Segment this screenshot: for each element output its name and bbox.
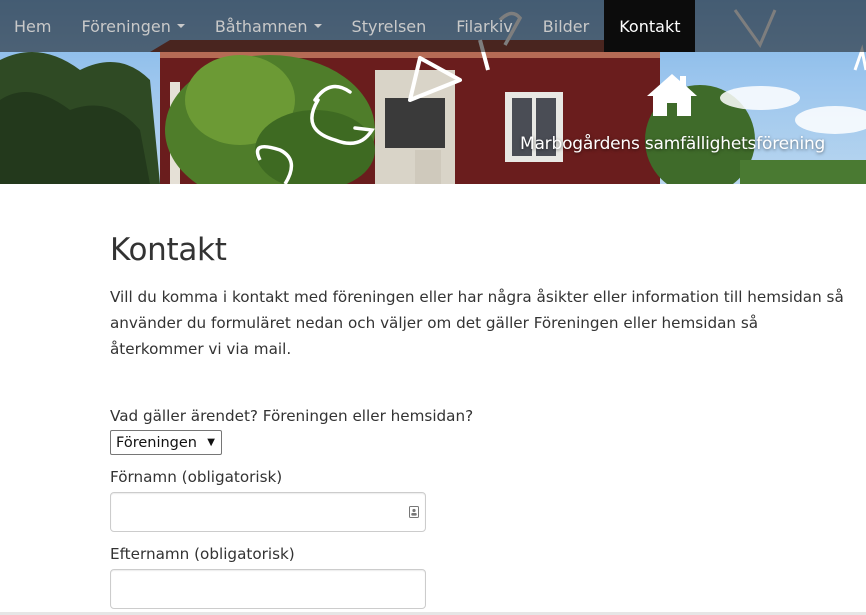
topic-select[interactable]: Föreningen ▼	[110, 430, 222, 455]
lastname-input[interactable]	[110, 569, 426, 609]
nav-item-filarkiv[interactable]: Filarkiv	[441, 0, 528, 52]
page-title: Kontakt	[110, 232, 227, 268]
nav-item-label: Bilder	[542, 16, 590, 36]
topic-label: Vad gäller ärendet? Föreningen eller hem…	[110, 407, 474, 425]
caret-down-icon	[313, 24, 322, 28]
lastname-label: Efternamn (obligatorisk)	[110, 545, 295, 563]
dropdown-arrow-icon: ▼	[207, 437, 215, 448]
nav-item-label: Hem	[14, 16, 52, 36]
home-icon[interactable]	[645, 72, 699, 118]
contact-form: Vad gäller ärendet? Föreningen eller hem…	[110, 405, 473, 609]
nav-item-bilder[interactable]: Bilder	[528, 0, 604, 52]
main-content: Kontakt Vill du komma i kontakt med före…	[110, 232, 850, 362]
nav-item-bathamnen[interactable]: Båthamnen	[200, 0, 337, 52]
nav-item-label: Styrelsen	[351, 16, 427, 36]
nav-item-label: Filarkiv	[456, 16, 513, 36]
nav-item-foreningen[interactable]: Föreningen	[66, 0, 199, 52]
nav-item-label: Båthamnen	[214, 16, 308, 36]
firstname-label: Förnamn (obligatorisk)	[110, 468, 283, 486]
nav-item-label: Kontakt	[619, 16, 681, 36]
firstname-input[interactable]	[110, 492, 426, 532]
nav-item-styrelsen[interactable]: Styrelsen	[337, 0, 442, 52]
topic-selected-value: Föreningen	[116, 434, 197, 451]
contact-card-icon[interactable]	[409, 506, 419, 518]
site-name[interactable]: Marbogårdens samfällighetsförening	[520, 134, 825, 154]
nav-item-hem[interactable]: Hem	[0, 0, 66, 52]
nav-item-kontakt[interactable]: Kontakt	[604, 0, 696, 52]
nav-item-label: Föreningen	[81, 16, 171, 36]
header-banner: Hem Föreningen Båthamnen Styrelsen Filar…	[0, 0, 866, 184]
caret-down-icon	[176, 24, 185, 28]
main-navbar: Hem Föreningen Båthamnen Styrelsen Filar…	[0, 0, 866, 52]
intro-paragraph: Vill du komma i kontakt med föreningen e…	[110, 288, 844, 358]
